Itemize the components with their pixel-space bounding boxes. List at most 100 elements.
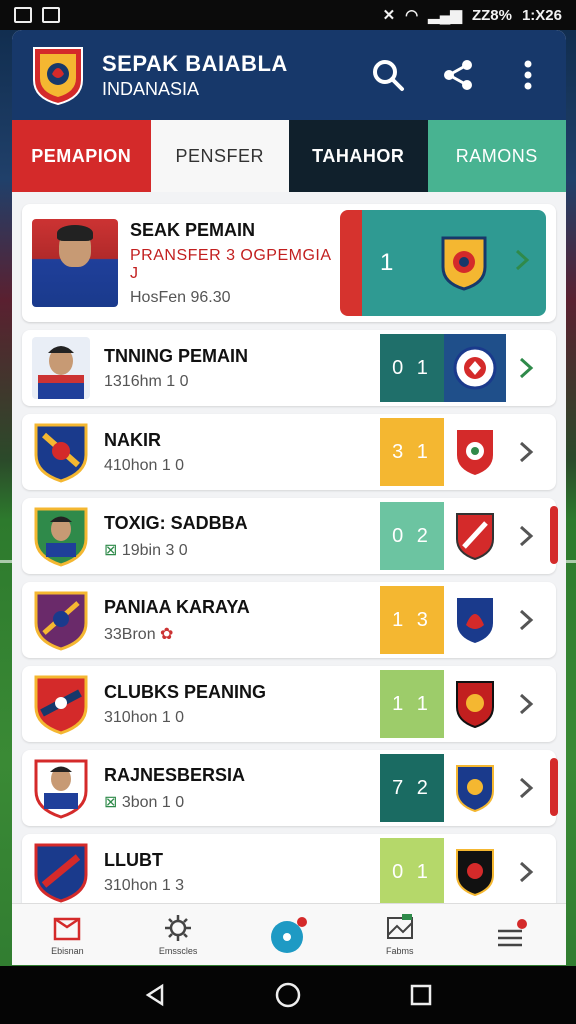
share-button[interactable] <box>438 55 478 95</box>
row-meta: 310hon 1 3 <box>104 876 185 894</box>
match-list: SEAK PEMAIN PRANSFER 3 OGPEMGIA J HosFen… <box>12 192 566 910</box>
tab-pensfer[interactable]: PENSFER <box>150 120 289 192</box>
list-item[interactable]: PANIAA KARAYA 33Bron ✿ 1 3 <box>22 582 556 658</box>
chevron-right-icon <box>519 861 534 883</box>
app-subtitle: INDANASIA <box>102 78 200 99</box>
tab-pemapion[interactable]: PEMAPION <box>12 120 151 192</box>
gear-icon <box>165 915 192 941</box>
row-name: TOXIG: SADBBA <box>104 512 248 533</box>
featured-card[interactable]: SEAK PEMAIN PRANSFER 3 OGPEMGIA J HosFen… <box>22 204 556 322</box>
highlight-marker <box>550 506 558 564</box>
nav-item-ebisnan[interactable]: Ebisnan <box>17 913 117 956</box>
row-name: NAKIR <box>104 429 161 450</box>
home-icon[interactable] <box>274 981 302 1009</box>
nav-label: Ebisnan <box>51 946 84 956</box>
map-icon <box>386 914 413 939</box>
score-box: 0 1 <box>380 334 444 402</box>
list-item[interactable]: TNNING PEMAIN 1316hm 1 0 0 1 <box>22 330 556 406</box>
list-item[interactable]: CLUBKS PEANING 310hon 1 0 1 1 <box>22 666 556 742</box>
chevron-right-icon <box>519 777 534 799</box>
row-name: CLUBKS PEANING <box>104 681 267 702</box>
player-photo <box>32 219 118 307</box>
chevron-right-button[interactable] <box>506 692 546 716</box>
player-avatar <box>32 337 90 399</box>
status-bar: ✕ ◠ ▂▄▆ ZZ8% 1:X26 <box>0 0 576 30</box>
battery-text: ZZ8% <box>471 6 512 24</box>
chevron-right-button[interactable] <box>506 608 546 632</box>
player-badge <box>34 507 88 567</box>
more-options-button[interactable] <box>508 55 548 95</box>
nav-label: Emsscles <box>158 946 198 956</box>
featured-score-panel: 1 <box>340 210 546 316</box>
tab-tahahor[interactable]: TAHAHOR <box>289 120 428 192</box>
row-name: TNNING PEMAIN <box>104 345 248 366</box>
tab-bar: PEMAPION PENSFER TAHAHOR RAMONS <box>12 120 566 192</box>
row-name: PANIAA KARAYA <box>104 596 250 617</box>
chevron-right-icon[interactable] <box>514 248 530 272</box>
club-crest-icon <box>34 675 88 735</box>
club-crest-icon <box>457 430 493 475</box>
chevron-right-icon <box>519 441 534 463</box>
club-crest-icon <box>34 591 88 651</box>
featured-score: 1 <box>380 249 394 276</box>
club-crest-icon <box>456 765 494 813</box>
row-meta: ⊠ 3bon 1 0 <box>104 793 185 811</box>
score-box: 0 2 <box>380 502 444 570</box>
club-crest-icon <box>456 849 494 897</box>
row-meta: 33Bron ✿ <box>104 625 174 643</box>
nav-item-home[interactable] <box>239 915 339 955</box>
club-crest-icon <box>457 598 493 643</box>
search-button[interactable] <box>368 55 408 95</box>
more-vertical-icon <box>524 60 532 90</box>
image-icon <box>42 7 60 23</box>
list-item[interactable]: NAKIR 410hon 1 0 3 1 <box>22 414 556 490</box>
chevron-right-button[interactable] <box>506 440 546 464</box>
recents-icon[interactable] <box>409 983 433 1007</box>
highlight-marker <box>550 758 558 816</box>
row-name: LLUBT <box>104 849 163 870</box>
club-crest-icon <box>456 513 494 561</box>
list-item[interactable]: RAJNESBERSIA ⊠ 3bon 1 0 7 2 <box>22 750 558 826</box>
app-header: SEPAK BAIABLA INDANASIA <box>12 30 566 120</box>
chevron-right-button[interactable] <box>506 356 546 380</box>
club-crest-icon <box>441 236 487 291</box>
back-icon[interactable] <box>143 983 167 1007</box>
chevron-right-icon <box>519 357 534 379</box>
featured-name: SEAK PEMAIN <box>130 219 256 240</box>
club-crest-icon <box>34 423 88 483</box>
disc-icon <box>270 916 307 953</box>
clock: 1:X26 <box>521 6 562 24</box>
score-box: 7 2 <box>380 754 444 822</box>
app-window: SEPAK BAIABLA INDANASIA PEMAPION PENSFER… <box>12 30 566 965</box>
row-name: RAJNESBERSIA <box>104 764 246 785</box>
list-item[interactable]: LLUBT 310hon 1 3 0 1 <box>22 834 556 910</box>
list-item[interactable]: TOXIG: SADBBA ⊠ 19bin 3 0 0 2 <box>22 498 558 574</box>
nav-item-menu[interactable] <box>461 918 561 952</box>
chevron-right-icon <box>519 693 534 715</box>
bottom-nav: Ebisnan Emsscles Fabms <box>12 903 566 965</box>
featured-subtitle: PRANSFER 3 OGPEMGIA J <box>130 246 331 282</box>
chevron-right-button[interactable] <box>506 860 546 884</box>
box-icon <box>54 917 81 941</box>
score-box: 3 1 <box>380 418 444 486</box>
system-navigation-bar <box>0 966 576 1024</box>
chevron-right-button[interactable] <box>506 776 546 800</box>
nav-label: Fabms <box>386 946 414 956</box>
player-badge <box>34 759 88 819</box>
score-box: 1 1 <box>380 670 444 738</box>
share-icon <box>444 60 472 90</box>
club-crest-icon <box>34 843 88 903</box>
score-box: 1 3 <box>380 586 444 654</box>
nav-item-emsscles[interactable]: Emsscles <box>128 913 228 956</box>
club-crest-icon <box>456 681 494 729</box>
search-icon <box>373 60 404 91</box>
club-crest-icon <box>453 346 497 390</box>
row-meta: 310hon 1 0 <box>104 708 185 726</box>
tab-ramons[interactable]: RAMONS <box>427 120 566 192</box>
chevron-right-icon <box>519 525 534 547</box>
menu-icon <box>497 918 527 946</box>
chevron-right-button[interactable] <box>506 524 546 548</box>
app-title: SEPAK BAIABLA <box>102 50 288 76</box>
featured-meta: HosFen 96.30 <box>130 288 231 306</box>
nav-item-fabms[interactable]: Fabms <box>350 913 450 956</box>
